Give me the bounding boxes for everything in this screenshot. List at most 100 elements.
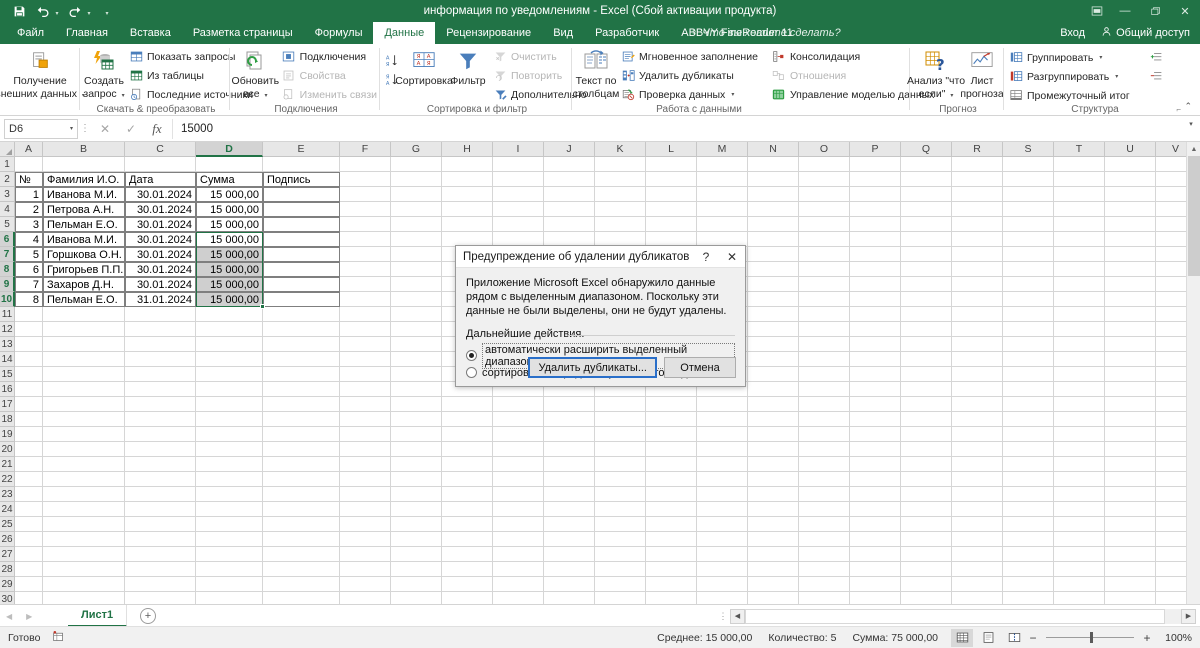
cell-G2[interactable] xyxy=(391,172,442,187)
cell-C2[interactable]: Дата xyxy=(125,172,196,187)
cell-J2[interactable] xyxy=(544,172,595,187)
cell-G18[interactable] xyxy=(391,412,442,427)
data-validation-button[interactable]: Проверка данных ▾ xyxy=(618,86,761,103)
cell-J1[interactable] xyxy=(544,157,595,172)
cell-K4[interactable] xyxy=(595,202,646,217)
cell-K2[interactable] xyxy=(595,172,646,187)
cell-D22[interactable] xyxy=(196,472,263,487)
cell-H21[interactable] xyxy=(442,457,493,472)
cell-U16[interactable] xyxy=(1105,382,1156,397)
column-header-T[interactable]: T xyxy=(1054,142,1105,157)
page-break-view-icon[interactable] xyxy=(1003,629,1025,647)
cell-F10[interactable] xyxy=(340,292,391,307)
cell-I1[interactable] xyxy=(493,157,544,172)
cell-M17[interactable] xyxy=(697,397,748,412)
cell-H27[interactable] xyxy=(442,547,493,562)
cell-R26[interactable] xyxy=(952,532,1003,547)
cell-G15[interactable] xyxy=(391,367,442,382)
cell-S27[interactable] xyxy=(1003,547,1054,562)
cell-S10[interactable] xyxy=(1003,292,1054,307)
cell-K3[interactable] xyxy=(595,187,646,202)
cell-E27[interactable] xyxy=(263,547,340,562)
horizontal-scroll-track[interactable] xyxy=(745,608,1181,624)
cell-L24[interactable] xyxy=(646,502,697,517)
forecast-sheet-button[interactable]: Лист прогноза xyxy=(960,46,1004,100)
cell-F27[interactable] xyxy=(340,547,391,562)
cell-U20[interactable] xyxy=(1105,442,1156,457)
cell-B5[interactable]: Пельман Е.О. xyxy=(43,217,125,232)
confirm-icon[interactable]: ✓ xyxy=(118,119,144,139)
cell-S16[interactable] xyxy=(1003,382,1054,397)
subtotal-button[interactable]: Промежуточный итог xyxy=(1006,87,1133,104)
cell-D12[interactable] xyxy=(196,322,263,337)
row-header-7[interactable]: 7 xyxy=(0,247,15,262)
column-header-C[interactable]: C xyxy=(125,142,196,157)
cell-M24[interactable] xyxy=(697,502,748,517)
cell-F5[interactable] xyxy=(340,217,391,232)
cell-L21[interactable] xyxy=(646,457,697,472)
cell-A17[interactable] xyxy=(15,397,43,412)
cell-K28[interactable] xyxy=(595,562,646,577)
cell-I4[interactable] xyxy=(493,202,544,217)
vertical-scrollbar[interactable]: ▲ xyxy=(1186,142,1200,604)
expand-formula-bar-icon[interactable]: ▾ xyxy=(1184,120,1198,128)
horizontal-scroll-thumb[interactable] xyxy=(745,608,1165,624)
cell-U21[interactable] xyxy=(1105,457,1156,472)
cell-A28[interactable] xyxy=(15,562,43,577)
tab-view[interactable]: Вид xyxy=(542,22,584,44)
cell-P23[interactable] xyxy=(850,487,901,502)
tab-data[interactable]: Данные xyxy=(373,22,436,44)
cell-G16[interactable] xyxy=(391,382,442,397)
cell-I26[interactable] xyxy=(493,532,544,547)
cell-J23[interactable] xyxy=(544,487,595,502)
cell-D13[interactable] xyxy=(196,337,263,352)
cell-N24[interactable] xyxy=(748,502,799,517)
cell-E22[interactable] xyxy=(263,472,340,487)
cell-T24[interactable] xyxy=(1054,502,1105,517)
fill-handle[interactable] xyxy=(260,304,265,309)
cell-T15[interactable] xyxy=(1054,367,1105,382)
cell-T7[interactable] xyxy=(1054,247,1105,262)
cell-Q7[interactable] xyxy=(901,247,952,262)
cell-P11[interactable] xyxy=(850,307,901,322)
cell-C14[interactable] xyxy=(125,352,196,367)
cell-I30[interactable] xyxy=(493,592,544,604)
cell-C10[interactable]: 31.01.2024 xyxy=(125,292,196,307)
cell-C4[interactable]: 30.01.2024 xyxy=(125,202,196,217)
cell-P16[interactable] xyxy=(850,382,901,397)
cell-D24[interactable] xyxy=(196,502,263,517)
cell-K22[interactable] xyxy=(595,472,646,487)
cell-G3[interactable] xyxy=(391,187,442,202)
row-header-14[interactable]: 14 xyxy=(0,352,15,367)
cell-P19[interactable] xyxy=(850,427,901,442)
cell-G6[interactable] xyxy=(391,232,442,247)
cell-M19[interactable] xyxy=(697,427,748,442)
cell-R27[interactable] xyxy=(952,547,1003,562)
cell-O18[interactable] xyxy=(799,412,850,427)
cell-A12[interactable] xyxy=(15,322,43,337)
cell-Q30[interactable] xyxy=(901,592,952,604)
cell-T21[interactable] xyxy=(1054,457,1105,472)
cell-Q13[interactable] xyxy=(901,337,952,352)
cell-I3[interactable] xyxy=(493,187,544,202)
ungroup-caret-icon[interactable]: ▾ xyxy=(1115,73,1118,80)
cell-D7[interactable]: 15 000,00 xyxy=(196,247,263,262)
cell-K17[interactable] xyxy=(595,397,646,412)
row-header-4[interactable]: 4 xyxy=(0,202,15,217)
column-header-H[interactable]: H xyxy=(442,142,493,157)
cell-A24[interactable] xyxy=(15,502,43,517)
cell-E20[interactable] xyxy=(263,442,340,457)
cell-U15[interactable] xyxy=(1105,367,1156,382)
cell-O13[interactable] xyxy=(799,337,850,352)
sort-button[interactable]: ЯААЯ Сортировка xyxy=(395,46,453,87)
cell-J30[interactable] xyxy=(544,592,595,604)
cell-U19[interactable] xyxy=(1105,427,1156,442)
cell-Q6[interactable] xyxy=(901,232,952,247)
cell-R10[interactable] xyxy=(952,292,1003,307)
cell-S1[interactable] xyxy=(1003,157,1054,172)
cell-F8[interactable] xyxy=(340,262,391,277)
cell-Q22[interactable] xyxy=(901,472,952,487)
cell-Q19[interactable] xyxy=(901,427,952,442)
row-header-30[interactable]: 30 xyxy=(0,592,15,604)
cell-S14[interactable] xyxy=(1003,352,1054,367)
